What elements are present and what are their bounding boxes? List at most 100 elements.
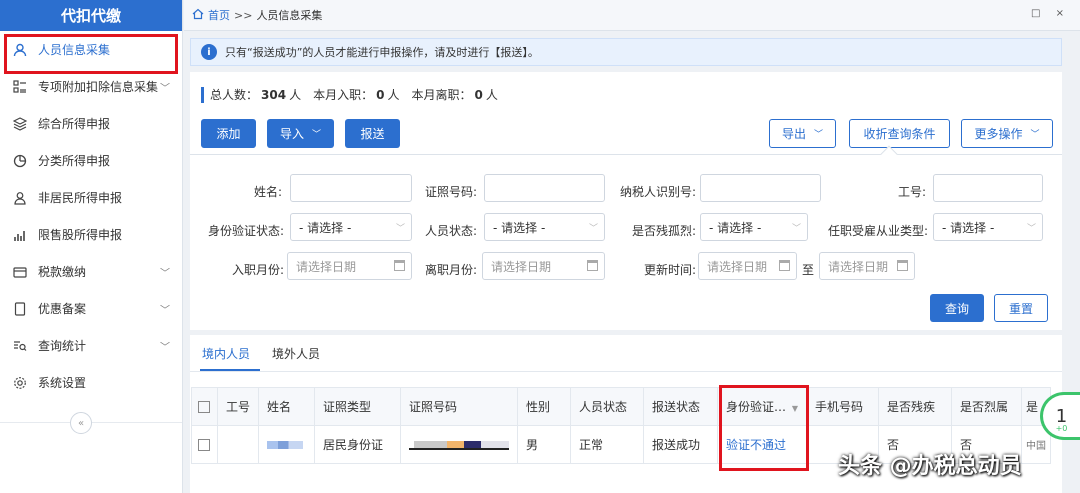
id-verify-label: 身份验证状态:: [207, 224, 284, 238]
redacted-id-number: [409, 440, 510, 450]
chevron-down-icon: ﹀: [814, 130, 824, 140]
col-header-person-status[interactable]: 人员状态: [570, 387, 645, 426]
document-icon: [12, 301, 28, 317]
col-header-martyr[interactable]: 是否烈属: [951, 387, 1023, 426]
join-month-date-input[interactable]: 请选择日期: [287, 252, 412, 280]
sidebar-item-classified-income[interactable]: 分类所得申报: [0, 142, 182, 179]
submit-button[interactable]: 报送: [345, 119, 400, 148]
col-header-name[interactable]: 姓名: [258, 387, 316, 426]
calendar-icon: [897, 260, 908, 271]
import-button[interactable]: 导入 ﹀: [267, 119, 334, 148]
sidebar-item-label: 非居民所得申报: [38, 191, 123, 205]
update-to-date-input[interactable]: 请选择日期: [819, 252, 915, 280]
update-from-date-input[interactable]: 请选择日期: [698, 252, 797, 280]
search-list-icon: [12, 338, 28, 354]
chevron-down-icon: ﹀: [160, 83, 170, 94]
col-header-gender[interactable]: 性别: [517, 387, 572, 426]
query-button[interactable]: 查询: [930, 294, 984, 322]
taxpayer-id-label: 纳税人识别号:: [619, 185, 696, 199]
cell-work-no: [216, 425, 260, 464]
person-status-label: 人员状态:: [424, 224, 477, 238]
col-header-work-no[interactable]: 工号: [216, 387, 260, 426]
cell-gender: 男: [517, 425, 572, 464]
id-verify-value: - 请选择 -: [299, 220, 352, 235]
employ-type-select[interactable]: - 请选择 - ﹀: [933, 213, 1043, 241]
reset-button[interactable]: 重置: [994, 294, 1048, 322]
sidebar-item-nonresident-income[interactable]: 非居民所得申报: [0, 179, 182, 216]
sidebar-item-label: 专项附加扣除信息采集: [38, 80, 159, 94]
collapse-sidebar-button[interactable]: «: [70, 412, 92, 434]
sidebar-item-system-settings[interactable]: 系统设置: [0, 364, 182, 401]
chevron-down-icon: ﹀: [160, 305, 170, 316]
disabled-label: 是否残孤烈:: [631, 224, 696, 238]
chevron-down-icon: ﹀: [1026, 223, 1036, 234]
row-checkbox[interactable]: [191, 425, 218, 464]
calendar-icon: [587, 260, 598, 271]
export-button[interactable]: 导出 ﹀: [769, 119, 836, 148]
sidebar-item-preferential-filing[interactable]: 优惠备案 ﹀: [0, 290, 182, 327]
calendar-icon: [394, 260, 405, 271]
tab-foreign[interactable]: 境外人员: [272, 345, 320, 362]
sidebar-item-label: 综合所得申报: [38, 117, 111, 131]
layers-icon: [12, 116, 28, 132]
more-actions-button[interactable]: 更多操作 ﹀: [961, 119, 1053, 148]
stat-month-out: 本月离职： 0 人: [411, 88, 498, 102]
taxpayer-id-input[interactable]: [700, 174, 821, 202]
person-status-select[interactable]: - 请选择 - ﹀: [484, 213, 605, 241]
breadcrumb-separator: >>: [234, 8, 253, 22]
update-from-placeholder: 请选择日期: [707, 259, 768, 274]
calendar-icon: [779, 260, 790, 271]
tab-divider: [190, 371, 1062, 372]
add-button[interactable]: 添加: [201, 119, 256, 148]
breadcrumb-current: 人员信息采集: [256, 9, 323, 22]
disabled-value: - 请选择 -: [709, 220, 762, 235]
query-form: 姓名: 证照号码: 纳税人识别号: 工号: 身份验证状态: - 请选择 - ﹀ …: [190, 154, 1062, 330]
chevron-down-icon: ﹀: [312, 130, 322, 140]
chevron-down-icon: ﹀: [160, 342, 170, 353]
stats-summary: 总人数： 304 人 本月入职： 0 人 本月离职： 0 人: [201, 86, 510, 103]
notice-bar: i 只有“报送成功”的人员才能进行申报操作，请及时进行【报送】。: [190, 38, 1062, 66]
home-icon: [192, 8, 204, 23]
bar-chart-icon: [12, 227, 28, 243]
id-verify-select[interactable]: - 请选择 - ﹀: [290, 213, 412, 241]
col-header-id-type[interactable]: 证照类型: [314, 387, 402, 426]
leave-month-date-input[interactable]: 请选择日期: [482, 252, 605, 280]
stat-total: 总人数： 304 人: [210, 88, 302, 102]
breadcrumb-home-link[interactable]: 首页: [208, 7, 230, 23]
checkbox-icon: [198, 401, 210, 413]
disabled-select[interactable]: - 请选择 - ﹀: [700, 213, 808, 241]
export-label: 导出: [781, 127, 806, 141]
col-header-disabled[interactable]: 是否残疾: [878, 387, 953, 426]
window-controls[interactable]: □ ×: [1031, 8, 1070, 19]
update-to-placeholder: 请选择日期: [828, 259, 889, 274]
sidebar-item-restricted-stock-income[interactable]: 限售股所得申报: [0, 216, 182, 253]
col-header-submit-status[interactable]: 报送状态: [643, 387, 719, 426]
col-header-phone[interactable]: 手机号码: [806, 387, 880, 426]
sidebar-item-tax-payment[interactable]: 税款缴纳 ﹀: [0, 253, 182, 290]
cell-submit-status: 报送成功: [643, 425, 719, 464]
highlight-box-personnel-info: [4, 34, 178, 74]
chevron-down-icon: ﹀: [588, 223, 598, 234]
tab-domestic[interactable]: 境内人员: [202, 345, 250, 362]
name-input[interactable]: [290, 174, 412, 202]
chevron-down-icon: ﹀: [791, 223, 801, 234]
employ-type-value: - 请选择 -: [942, 220, 995, 235]
cell-id-number: [400, 425, 519, 464]
sidebar-item-label: 分类所得申报: [38, 154, 111, 168]
chevron-down-icon: ﹀: [395, 223, 405, 234]
chevron-down-icon: ﹀: [160, 268, 170, 279]
collapse-query-button[interactable]: 收折查询条件: [849, 119, 950, 148]
list-icon: [12, 79, 28, 95]
col-header-id-number[interactable]: 证照号码: [400, 387, 519, 426]
work-number-input[interactable]: [933, 174, 1043, 202]
floating-badge[interactable]: 1 +0: [1040, 392, 1080, 440]
gear-icon: [12, 375, 28, 391]
wallet-icon: [12, 264, 28, 280]
work-number-label: 工号:: [897, 185, 926, 199]
sidebar-item-label: 限售股所得申报: [38, 228, 123, 242]
sidebar-item-query-statistics[interactable]: 查询统计 ﹀: [0, 327, 182, 364]
id-number-input[interactable]: [484, 174, 605, 202]
sidebar-item-comprehensive-income[interactable]: 综合所得申报: [0, 105, 182, 142]
person-status-value: - 请选择 -: [493, 220, 546, 235]
select-all-checkbox[interactable]: [191, 387, 218, 426]
